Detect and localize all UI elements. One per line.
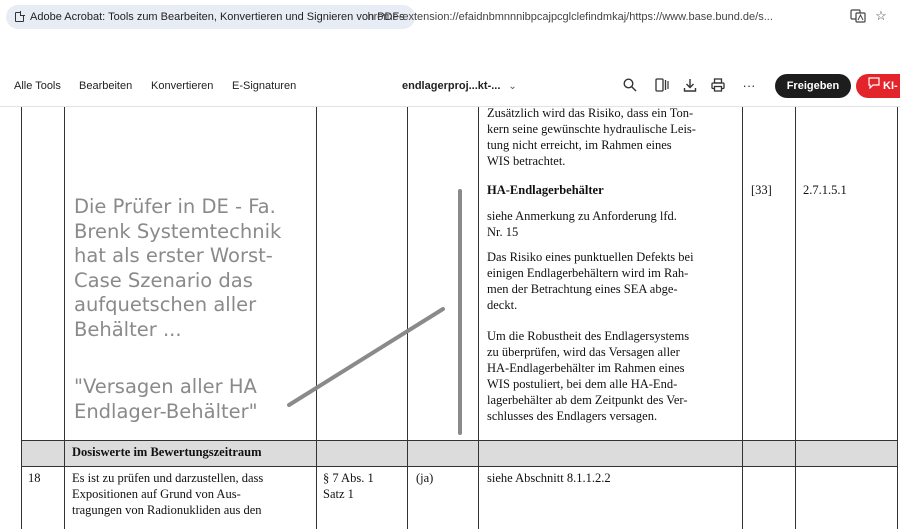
annotation-arrow-line <box>287 307 445 407</box>
acrobat-toolbar: Alle Tools Bearbeiten Konvertieren E-Sig… <box>0 66 900 107</box>
menu-convert[interactable]: Konvertieren <box>151 66 213 106</box>
tab-title-chip[interactable]: Adobe Acrobat: Tools zum Bearbeiten, Kon… <box>6 5 415 29</box>
print-icon[interactable] <box>710 78 726 94</box>
translate-icon[interactable] <box>850 8 866 24</box>
browser-bar: Adobe Acrobat: Tools zum Bearbeiten, Kon… <box>0 0 900 34</box>
ai-chat-icon <box>868 74 880 98</box>
download-icon[interactable] <box>682 78 698 94</box>
more-options-icon[interactable]: ··· <box>741 78 757 94</box>
document-icon <box>15 11 25 22</box>
menu-esign[interactable]: E-Signaturen <box>232 66 296 106</box>
tab-title: Adobe Acrobat: Tools zum Bearbeiten, Kon… <box>30 11 405 23</box>
search-icon[interactable] <box>622 78 638 94</box>
url-text[interactable]: chrome-extension://efaidnbmnnnibpcajpcgl… <box>362 5 773 29</box>
document-title: endlagerproj...kt-... <box>402 80 501 92</box>
document-title-dropdown[interactable]: endlagerproj...kt-... ⌄ <box>402 66 517 107</box>
annotation-drawing <box>287 189 462 435</box>
pdf-page: Zusätzlich wird das Risiko, dass ein Ton… <box>0 107 900 529</box>
share-button[interactable]: Freigeben <box>775 74 851 98</box>
chevron-down-icon: ⌄ <box>508 81 517 92</box>
ai-label: KI- <box>883 80 898 92</box>
bookmark-star-icon[interactable]: ☆ <box>873 8 889 24</box>
menu-edit[interactable]: Bearbeiten <box>79 66 132 106</box>
menu-all-tools[interactable]: Alle Tools <box>14 66 61 106</box>
page-thumbnails-icon[interactable] <box>654 78 670 94</box>
ai-assistant-button[interactable]: KI- <box>856 74 900 98</box>
